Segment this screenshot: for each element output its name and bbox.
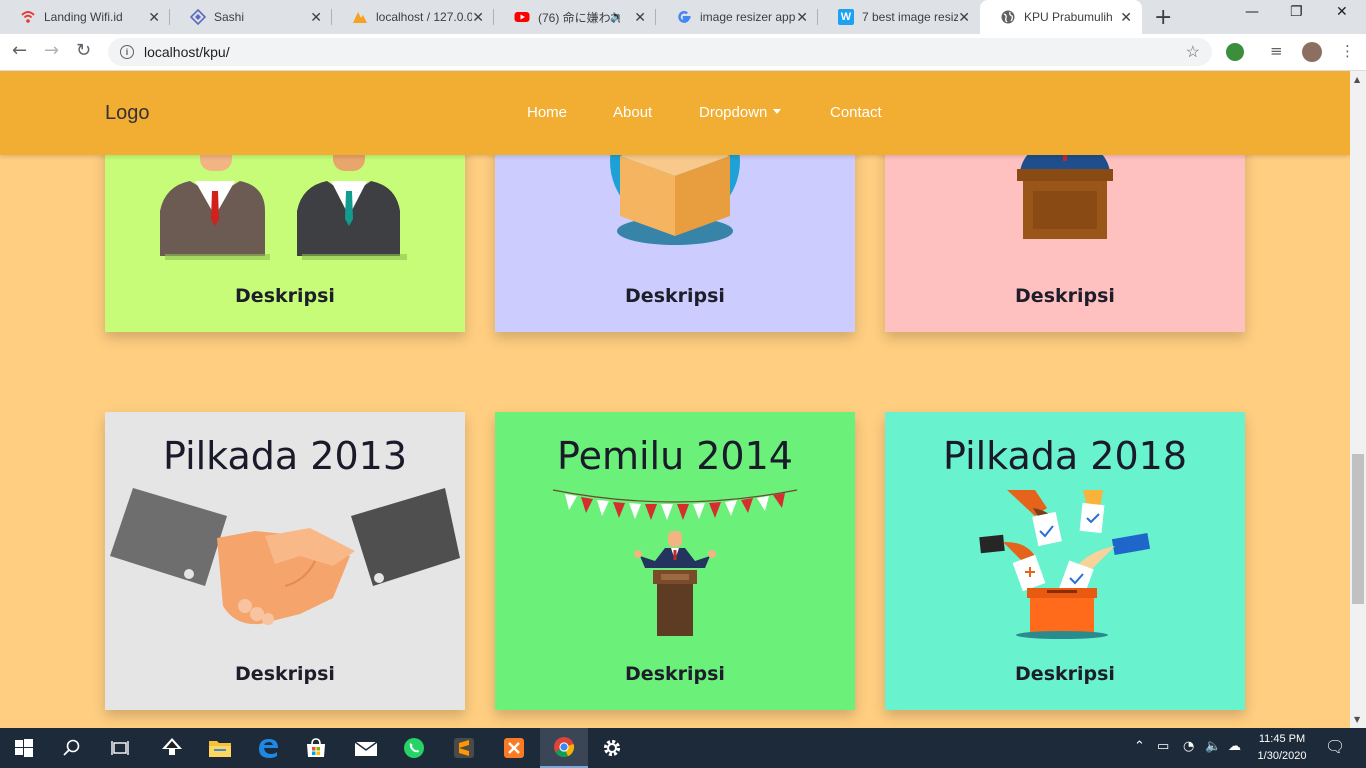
forward-icon[interactable]: → bbox=[44, 40, 59, 61]
page-scrollbar[interactable]: ▲ ▼ bbox=[1350, 71, 1366, 728]
google-icon bbox=[676, 9, 692, 25]
search-icon[interactable] bbox=[48, 728, 96, 768]
notification-center-icon[interactable]: 🗨 bbox=[1325, 737, 1345, 756]
menu-icon[interactable]: ⋮ bbox=[1340, 42, 1355, 60]
settings-gear-icon[interactable] bbox=[588, 728, 636, 768]
close-tab-icon[interactable]: ✕ bbox=[472, 9, 484, 26]
url-text: localhost/kpu/ bbox=[144, 44, 230, 60]
tab-title: KPU Prabumulih bbox=[1024, 10, 1113, 24]
edge-icon[interactable] bbox=[244, 728, 292, 768]
close-tab-icon[interactable]: ✕ bbox=[634, 9, 646, 26]
site-navbar: Logo Home About Dropdown Contact bbox=[0, 71, 1350, 155]
extension-icon[interactable] bbox=[1226, 43, 1244, 61]
card-description: Deskripsi bbox=[1015, 663, 1115, 685]
tab-title: 7 best image resizer bbox=[862, 10, 958, 24]
clock-date: 1/30/2020 bbox=[1257, 750, 1307, 762]
battery-icon[interactable]: ▭ bbox=[1157, 739, 1169, 754]
clock-time: 11:45 PM bbox=[1258, 733, 1306, 745]
card-description: Deskripsi bbox=[1015, 285, 1115, 307]
minimize-icon[interactable]: — bbox=[1245, 4, 1259, 20]
new-tab-icon[interactable]: + bbox=[1154, 5, 1172, 30]
sublime-text-icon[interactable] bbox=[440, 728, 488, 768]
browser-tab-active[interactable]: KPU Prabumulih ✕ bbox=[980, 0, 1142, 34]
xampp-icon[interactable] bbox=[490, 728, 538, 768]
system-clock[interactable]: 11:45 PM 1/30/2020 bbox=[1252, 731, 1312, 765]
whatsapp-icon[interactable] bbox=[390, 728, 438, 768]
bookmark-star-icon[interactable]: ☆ bbox=[1186, 42, 1200, 62]
nav-dropdown[interactable]: Dropdown bbox=[699, 104, 782, 121]
close-tab-icon[interactable]: ✕ bbox=[310, 9, 322, 26]
task-view-icon[interactable] bbox=[96, 728, 144, 768]
windows-taskbar: ⌃ ▭ ◔ 🔈 ☁ 11:45 PM 1/30/2020 🗨 bbox=[0, 728, 1366, 768]
restore-icon[interactable]: ❐ bbox=[1290, 4, 1303, 20]
browser-tab[interactable]: image resizer app ✕ bbox=[656, 0, 818, 34]
close-tab-icon[interactable]: ✕ bbox=[796, 9, 808, 26]
nav-about[interactable]: About bbox=[613, 104, 652, 121]
browser-tab-bar: Landing Wifi.id ✕ Sashi ✕ localhost / 12… bbox=[0, 0, 1366, 34]
mail-icon[interactable] bbox=[342, 728, 390, 768]
card-description: Deskripsi bbox=[235, 285, 335, 307]
browser-tab[interactable]: localhost / 127.0.0.1 ✕ bbox=[332, 0, 494, 34]
card-pilkada-2013[interactable]: Pilkada 2013 Deskripsi bbox=[105, 412, 465, 710]
back-icon[interactable]: ← bbox=[12, 40, 27, 61]
profile-avatar[interactable] bbox=[1302, 42, 1322, 62]
nav-home[interactable]: Home bbox=[527, 104, 567, 121]
nav-contact[interactable]: Contact bbox=[830, 104, 882, 121]
card-pilkada-2018[interactable]: Pilkada 2018 Deskripsi bbox=[885, 412, 1245, 710]
file-explorer-icon[interactable] bbox=[196, 728, 244, 768]
scroll-up-icon[interactable]: ▲ bbox=[1354, 75, 1360, 84]
card-pemilu-2014[interactable]: Pemilu 2014 Deskripsi bbox=[495, 412, 855, 710]
tab-title: image resizer app bbox=[700, 10, 796, 24]
tab-title: localhost / 127.0.0.1 bbox=[376, 10, 472, 24]
store-icon[interactable] bbox=[292, 728, 340, 768]
tab-title: Landing Wifi.id bbox=[44, 10, 123, 24]
browser-tab[interactable]: Landing Wifi.id ✕ bbox=[0, 0, 170, 34]
close-tab-icon[interactable]: ✕ bbox=[958, 9, 970, 26]
browser-tab[interactable]: (76) 命に嫌われている 🔈 ✕ bbox=[494, 0, 656, 34]
card-description: Deskripsi bbox=[625, 663, 725, 685]
start-icon[interactable] bbox=[0, 728, 48, 768]
browser-tab[interactable]: W 7 best image resizer ✕ bbox=[818, 0, 980, 34]
w-icon: W bbox=[838, 9, 854, 25]
card-title: Pilkada 2018 bbox=[942, 434, 1187, 478]
address-bar[interactable]: i localhost/kpu/ ☆ bbox=[108, 38, 1212, 66]
handshake-illustration bbox=[110, 488, 460, 625]
card-title: Pilkada 2013 bbox=[162, 434, 407, 478]
media-queue-icon[interactable]: ≡ bbox=[1270, 42, 1283, 60]
browser-toolbar: ← → ↻ i localhost/kpu/ ☆ ≡ ⋮ bbox=[0, 34, 1366, 71]
phpmyadmin-icon bbox=[352, 9, 368, 25]
close-tab-icon[interactable]: ✕ bbox=[1120, 9, 1132, 26]
chrome-icon[interactable] bbox=[540, 728, 588, 768]
scroll-down-icon[interactable]: ▼ bbox=[1354, 715, 1360, 724]
volume-icon[interactable]: 🔈 bbox=[1205, 739, 1221, 754]
site-logo[interactable]: Logo bbox=[105, 102, 150, 125]
tab-title: Sashi bbox=[214, 10, 245, 24]
scrollbar-thumb[interactable] bbox=[1352, 454, 1364, 604]
audio-playing-icon[interactable]: 🔈 bbox=[610, 10, 624, 23]
show-hidden-icons-icon[interactable]: ⌃ bbox=[1134, 739, 1145, 754]
youtube-icon bbox=[514, 9, 530, 25]
wifi-icon bbox=[20, 9, 36, 25]
tab-title: (76) 命に嫌われている bbox=[538, 10, 620, 25]
info-icon[interactable]: i bbox=[120, 45, 134, 59]
onedrive-icon[interactable]: ☁ bbox=[1228, 739, 1241, 754]
close-window-icon[interactable]: ✕ bbox=[1336, 4, 1348, 20]
page-viewport: Logo Home About Dropdown Contact Deskrip… bbox=[0, 71, 1350, 728]
card-description: Deskripsi bbox=[625, 285, 725, 307]
sashi-icon bbox=[190, 9, 206, 25]
globe-icon bbox=[1000, 9, 1016, 25]
reload-icon[interactable]: ↻ bbox=[76, 40, 91, 61]
caret-down-icon bbox=[773, 109, 782, 114]
card-description: Deskripsi bbox=[235, 663, 335, 685]
nav-dropdown-label: Dropdown bbox=[699, 104, 768, 121]
card-title: Pemilu 2014 bbox=[557, 434, 793, 478]
inkscape-icon[interactable] bbox=[148, 728, 196, 768]
browser-tab[interactable]: Sashi ✕ bbox=[170, 0, 332, 34]
wifi-status-icon[interactable]: ◔ bbox=[1183, 739, 1194, 754]
hands-voting-ballot-box-illustration bbox=[979, 490, 1151, 639]
speaker-with-bunting-illustration bbox=[552, 489, 798, 636]
close-tab-icon[interactable]: ✕ bbox=[148, 9, 160, 26]
